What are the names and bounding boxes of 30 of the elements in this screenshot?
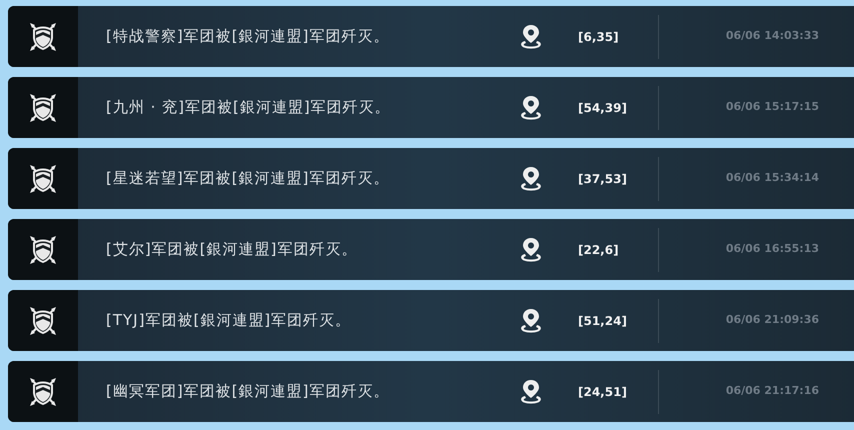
coordinates-link[interactable]: [37,53] (578, 170, 658, 188)
event-message: [九州 · 兖]军团被[銀河連盟]军团歼灭。 (106, 97, 392, 118)
coordinates-link[interactable]: [54,39] (578, 98, 658, 116)
event-message: [艾尔]军团被[銀河連盟]军团歼灭。 (106, 239, 358, 260)
timestamp: 06/06 15:34:14 (724, 170, 819, 186)
location-pin-icon[interactable] (518, 94, 544, 120)
shield-swords-icon (29, 306, 57, 336)
location-pin-icon[interactable] (518, 166, 544, 192)
coordinates-link[interactable]: [51,24] (578, 312, 658, 330)
timestamp: 06/06 15:17:15 (724, 99, 819, 116)
location-pin-icon[interactable] (518, 24, 544, 50)
event-message: [特战警察]军团被[銀河連盟]军团歼灭。 (106, 26, 390, 48)
shield-swords-icon (29, 92, 57, 122)
event-message: [TYJ]军团被[銀河連盟]军团歼灭。 (106, 310, 352, 332)
location-pin-icon[interactable] (518, 236, 544, 262)
shield-swords-icon (29, 22, 57, 52)
shield-swords-icon (29, 376, 57, 406)
coordinates-link[interactable]: [24,51] (578, 382, 658, 400)
timestamp: 06/06 21:09:36 (724, 312, 819, 328)
location-pin-icon[interactable] (518, 378, 544, 404)
coordinates-link[interactable]: [22,6] (578, 240, 658, 258)
timestamp: 06/06 21:17:16 (724, 383, 819, 400)
coordinates-link[interactable]: [6,35] (578, 28, 658, 46)
location-pin-icon[interactable] (518, 308, 544, 334)
timestamp: 06/06 14:03:33 (724, 28, 819, 44)
event-message: [幽冥军团]军团被[銀河連盟]军团歼灭。 (106, 381, 390, 402)
timestamp: 06/06 16:55:13 (724, 241, 819, 258)
shield-swords-icon (29, 164, 57, 194)
event-message: [星迷若望]军团被[銀河連盟]军团歼灭。 (106, 168, 390, 190)
shield-swords-icon (29, 234, 57, 264)
